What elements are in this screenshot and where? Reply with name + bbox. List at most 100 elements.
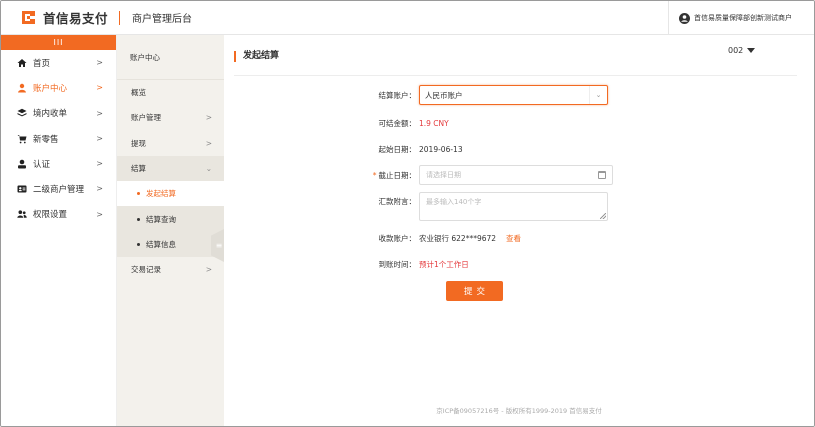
bullet-icon [137, 217, 140, 221]
chevron-right-icon: > [96, 209, 103, 219]
chevron-right-icon: > [96, 108, 103, 118]
chevron-right-icon: > [205, 265, 212, 275]
subnav-item-label: 交易记录 [131, 265, 161, 275]
sidebar-item-new-retail[interactable]: 新零售 > [1, 126, 116, 151]
subnav-item-label: 概览 [131, 88, 146, 98]
select-value: 人民币账户 [425, 90, 463, 100]
caret-down-icon [747, 48, 756, 53]
form-row-start-date: 起始日期： 2019-06-13 [224, 139, 814, 159]
payee-value: 农业银行 622***9672 [419, 233, 497, 243]
form-row-end-date: * 截止日期： 请选择日期 [224, 165, 814, 185]
brand-mark-icon [19, 8, 38, 27]
sidebar-item-verification[interactable]: 认证 > [1, 151, 116, 176]
calendar-icon [598, 171, 606, 179]
user-icon [17, 159, 27, 169]
balance-value: 1.9 CNY [419, 118, 449, 128]
subnav-item-label: 账户管理 [131, 113, 161, 123]
sidebar-item-permissions[interactable]: 权限设置 > [1, 202, 116, 227]
subnav-item-transactions[interactable]: 交易记录 > [117, 257, 224, 282]
sidebar-item-sub-merchant[interactable]: 二级商户管理 > [1, 176, 116, 201]
subnav-item-label: 结算信息 [146, 239, 176, 249]
form-row-balance: 可结金额： 1.9 CNY [224, 113, 814, 133]
menu-lines-icon: ≡ [215, 241, 223, 250]
id-card-icon [17, 184, 27, 194]
top-header: 首信易支付 商户管理后台 首信易质量保障部创新测试商户 [1, 1, 814, 35]
chevron-right-icon: > [96, 159, 103, 169]
sidebar-item-label: 首页 [33, 58, 51, 69]
chevron-right-icon: > [96, 83, 103, 93]
submit-button[interactable]: 提交 [446, 281, 503, 301]
secondary-sidebar: 账户中心 概览 账户管理 > 提现 > 结算 ⌄ 发起结算 结算查询 结算信息 … [117, 35, 224, 426]
arrival-value: 预计1个工作日 [419, 259, 469, 269]
bullet-icon [137, 192, 140, 196]
resize-grip-icon[interactable] [600, 213, 606, 219]
subnav-item-withdraw[interactable]: 提现 > [117, 131, 224, 156]
subnav-item-overview[interactable]: 概览 [117, 80, 224, 105]
sidebar-item-label: 新零售 [33, 134, 59, 145]
end-date-picker[interactable]: 请选择日期 [419, 165, 613, 185]
sidebar-item-domestic-acquiring[interactable]: 境内收单 > [1, 101, 116, 126]
form-row-payee: 收款账户： 农业银行 622***9672 查看 [224, 228, 814, 248]
view-payee-link[interactable]: 查看 [506, 233, 521, 244]
account-label: 结算账户： [378, 90, 417, 100]
main-sidebar: III 首页 > 账户中心 > 境内收单 > 新零售 > 认证 > 二级商户管理… [1, 35, 117, 426]
start-date-label: 起始日期： [378, 144, 417, 154]
sidebar-item-label: 境内收单 [33, 109, 68, 120]
subnav-item-label: 结算 [131, 164, 146, 174]
brand-logo[interactable]: 首信易支付 商户管理后台 [19, 8, 192, 27]
remark-label: 汇款附言： [378, 197, 417, 206]
remark-textarea[interactable]: 最多输入140个字 [419, 192, 608, 221]
sidebar-toggle[interactable]: III [1, 35, 116, 50]
arrival-label: 到账时间： [378, 259, 417, 269]
form-row-remark: 汇款附言： 最多输入140个字 [224, 192, 814, 221]
balance-label: 可结金额： [378, 118, 417, 128]
users-icon [17, 209, 27, 219]
sidebar-item-home[interactable]: 首页 > [1, 50, 116, 75]
version-label: 002 [728, 46, 744, 55]
bullet-icon [137, 242, 140, 246]
chevron-right-icon: > [96, 133, 103, 143]
secondary-sidebar-title: 账户中心 [117, 35, 224, 80]
chevron-down-icon: ⌄ [205, 163, 212, 173]
page-title: 发起结算 [234, 51, 279, 62]
merchant-name: 首信易质量保障部创新测试商户 [694, 14, 792, 22]
app-window: 首信易支付 商户管理后台 首信易质量保障部创新测试商户 III 首页 > 账户中… [0, 0, 815, 427]
subnav-item-label: 结算查询 [146, 214, 176, 224]
layers-icon [17, 108, 27, 118]
subnav-item-label: 提现 [131, 138, 146, 148]
subnav-item-start-settlement[interactable]: 发起结算 [117, 181, 224, 207]
end-date-label-text: 截止日期： [378, 170, 417, 180]
settlement-submenu: 发起结算 结算查询 结算信息 [117, 181, 224, 258]
textarea-placeholder: 最多输入140个字 [426, 198, 482, 206]
chevron-right-icon: > [205, 113, 212, 123]
brand-divider [119, 10, 121, 25]
form-row-arrival: 到账时间： 预计1个工作日 [224, 254, 814, 274]
end-date-label: * 截止日期： [224, 170, 419, 181]
chevron-right-icon: > [205, 138, 212, 148]
brand-name: 首信易支付 [43, 11, 109, 26]
subnav-item-account-management[interactable]: 账户管理 > [117, 105, 224, 130]
person-icon [17, 83, 27, 93]
required-mark: * [372, 170, 377, 180]
version-dropdown[interactable]: 002 [728, 46, 756, 55]
user-avatar-icon [679, 12, 690, 24]
cart-icon [17, 134, 27, 144]
form-row-account: 结算账户： 人民币账户 ⌄ [224, 85, 814, 105]
home-icon [17, 58, 27, 68]
chevron-right-icon: > [96, 58, 103, 67]
main-content: 发起结算 002 结算账户： 人民币账户 ⌄ 可结金额： 1.9 CNY 起始日… [224, 35, 814, 426]
sidebar-item-account-center[interactable]: 账户中心 > [1, 75, 116, 100]
subnav-item-settlement[interactable]: 结算 ⌄ [117, 155, 224, 182]
sidebar-item-label: 账户中心 [33, 83, 68, 94]
subnav-item-settlement-query[interactable]: 结算查询 [117, 206, 224, 231]
chevron-down-icon: ⌄ [589, 86, 607, 104]
sidebar-item-label: 二级商户管理 [33, 185, 85, 196]
sidebar-item-label: 认证 [33, 159, 51, 170]
subnav-item-settlement-info[interactable]: 结算信息 [117, 232, 224, 257]
start-date-value: 2019-06-13 [419, 144, 463, 154]
chevron-right-icon: > [96, 184, 103, 194]
sidebar-item-label: 权限设置 [33, 210, 68, 221]
footer-copyright: 京ICP备09057216号 - 版权所有1999-2019 首信易支付 [436, 407, 602, 415]
user-menu[interactable]: 首信易质量保障部创新测试商户 [668, 1, 814, 35]
settlement-account-select[interactable]: 人民币账户 ⌄ [419, 85, 608, 105]
